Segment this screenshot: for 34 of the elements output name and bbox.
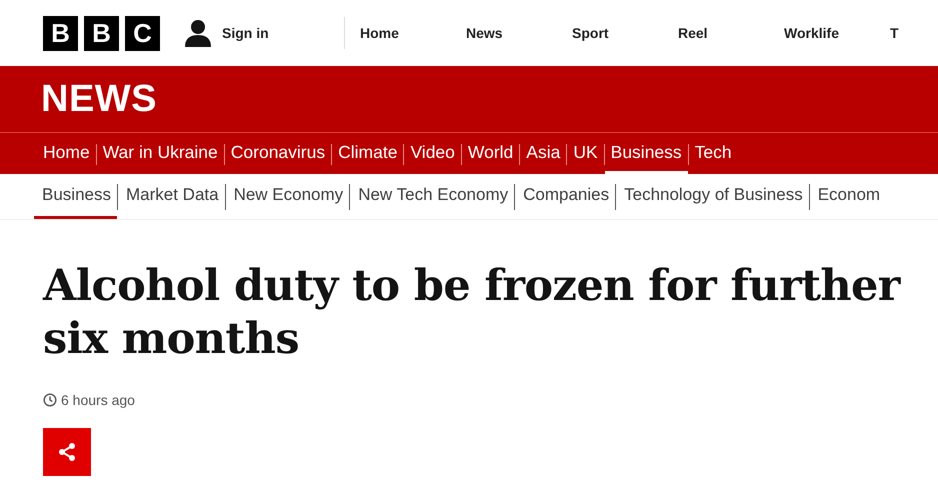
user-icon: [184, 19, 212, 47]
sub-nav-tab[interactable]: New Economy: [226, 174, 350, 219]
news-nav-tab[interactable]: Asia: [520, 133, 566, 174]
sign-in-link[interactable]: Sign in: [222, 25, 269, 41]
share-icon: [57, 442, 77, 462]
news-nav-tab[interactable]: World: [462, 133, 520, 174]
top-nav-link[interactable]: T: [890, 25, 899, 41]
timestamp: 6 hours ago: [61, 392, 135, 408]
news-nav-tab[interactable]: Tech: [688, 133, 738, 174]
top-nav-link[interactable]: Worklife: [784, 25, 890, 41]
news-nav-tab[interactable]: War in Ukraine: [96, 133, 224, 174]
sub-nav-tab[interactable]: Business: [34, 174, 117, 219]
sub-nav-tab[interactable]: Companies: [515, 174, 616, 219]
sub-nav-tab[interactable]: New Tech Economy: [350, 174, 514, 219]
logo-letter[interactable]: C: [125, 16, 160, 50]
logo-letter[interactable]: B: [43, 16, 78, 50]
news-nav-tab[interactable]: UK: [567, 133, 604, 174]
logo-letter[interactable]: B: [84, 16, 119, 50]
headline: Alcohol duty to be frozen for further six months: [43, 260, 902, 366]
news-nav-tab[interactable]: Climate: [332, 133, 404, 174]
sub-nav-tab[interactable]: Econom: [810, 174, 886, 219]
share-button[interactable]: [43, 428, 91, 476]
sub-nav-tab[interactable]: Market Data: [118, 174, 225, 219]
top-nav-link[interactable]: Sport: [572, 25, 678, 41]
news-nav-tab[interactable]: Home: [37, 133, 96, 174]
news-nav-tab[interactable]: Business: [604, 133, 688, 174]
top-nav-link[interactable]: Reel: [678, 25, 784, 41]
sub-nav-tab[interactable]: Technology of Business: [616, 174, 809, 219]
news-nav-tab[interactable]: Coronavirus: [224, 133, 332, 174]
clock-icon: [43, 393, 57, 407]
top-nav-link[interactable]: Home: [360, 25, 466, 41]
top-nav-link[interactable]: News: [466, 25, 572, 41]
section-title[interactable]: NEWS: [41, 78, 157, 120]
news-nav-tab[interactable]: Video: [404, 133, 461, 174]
